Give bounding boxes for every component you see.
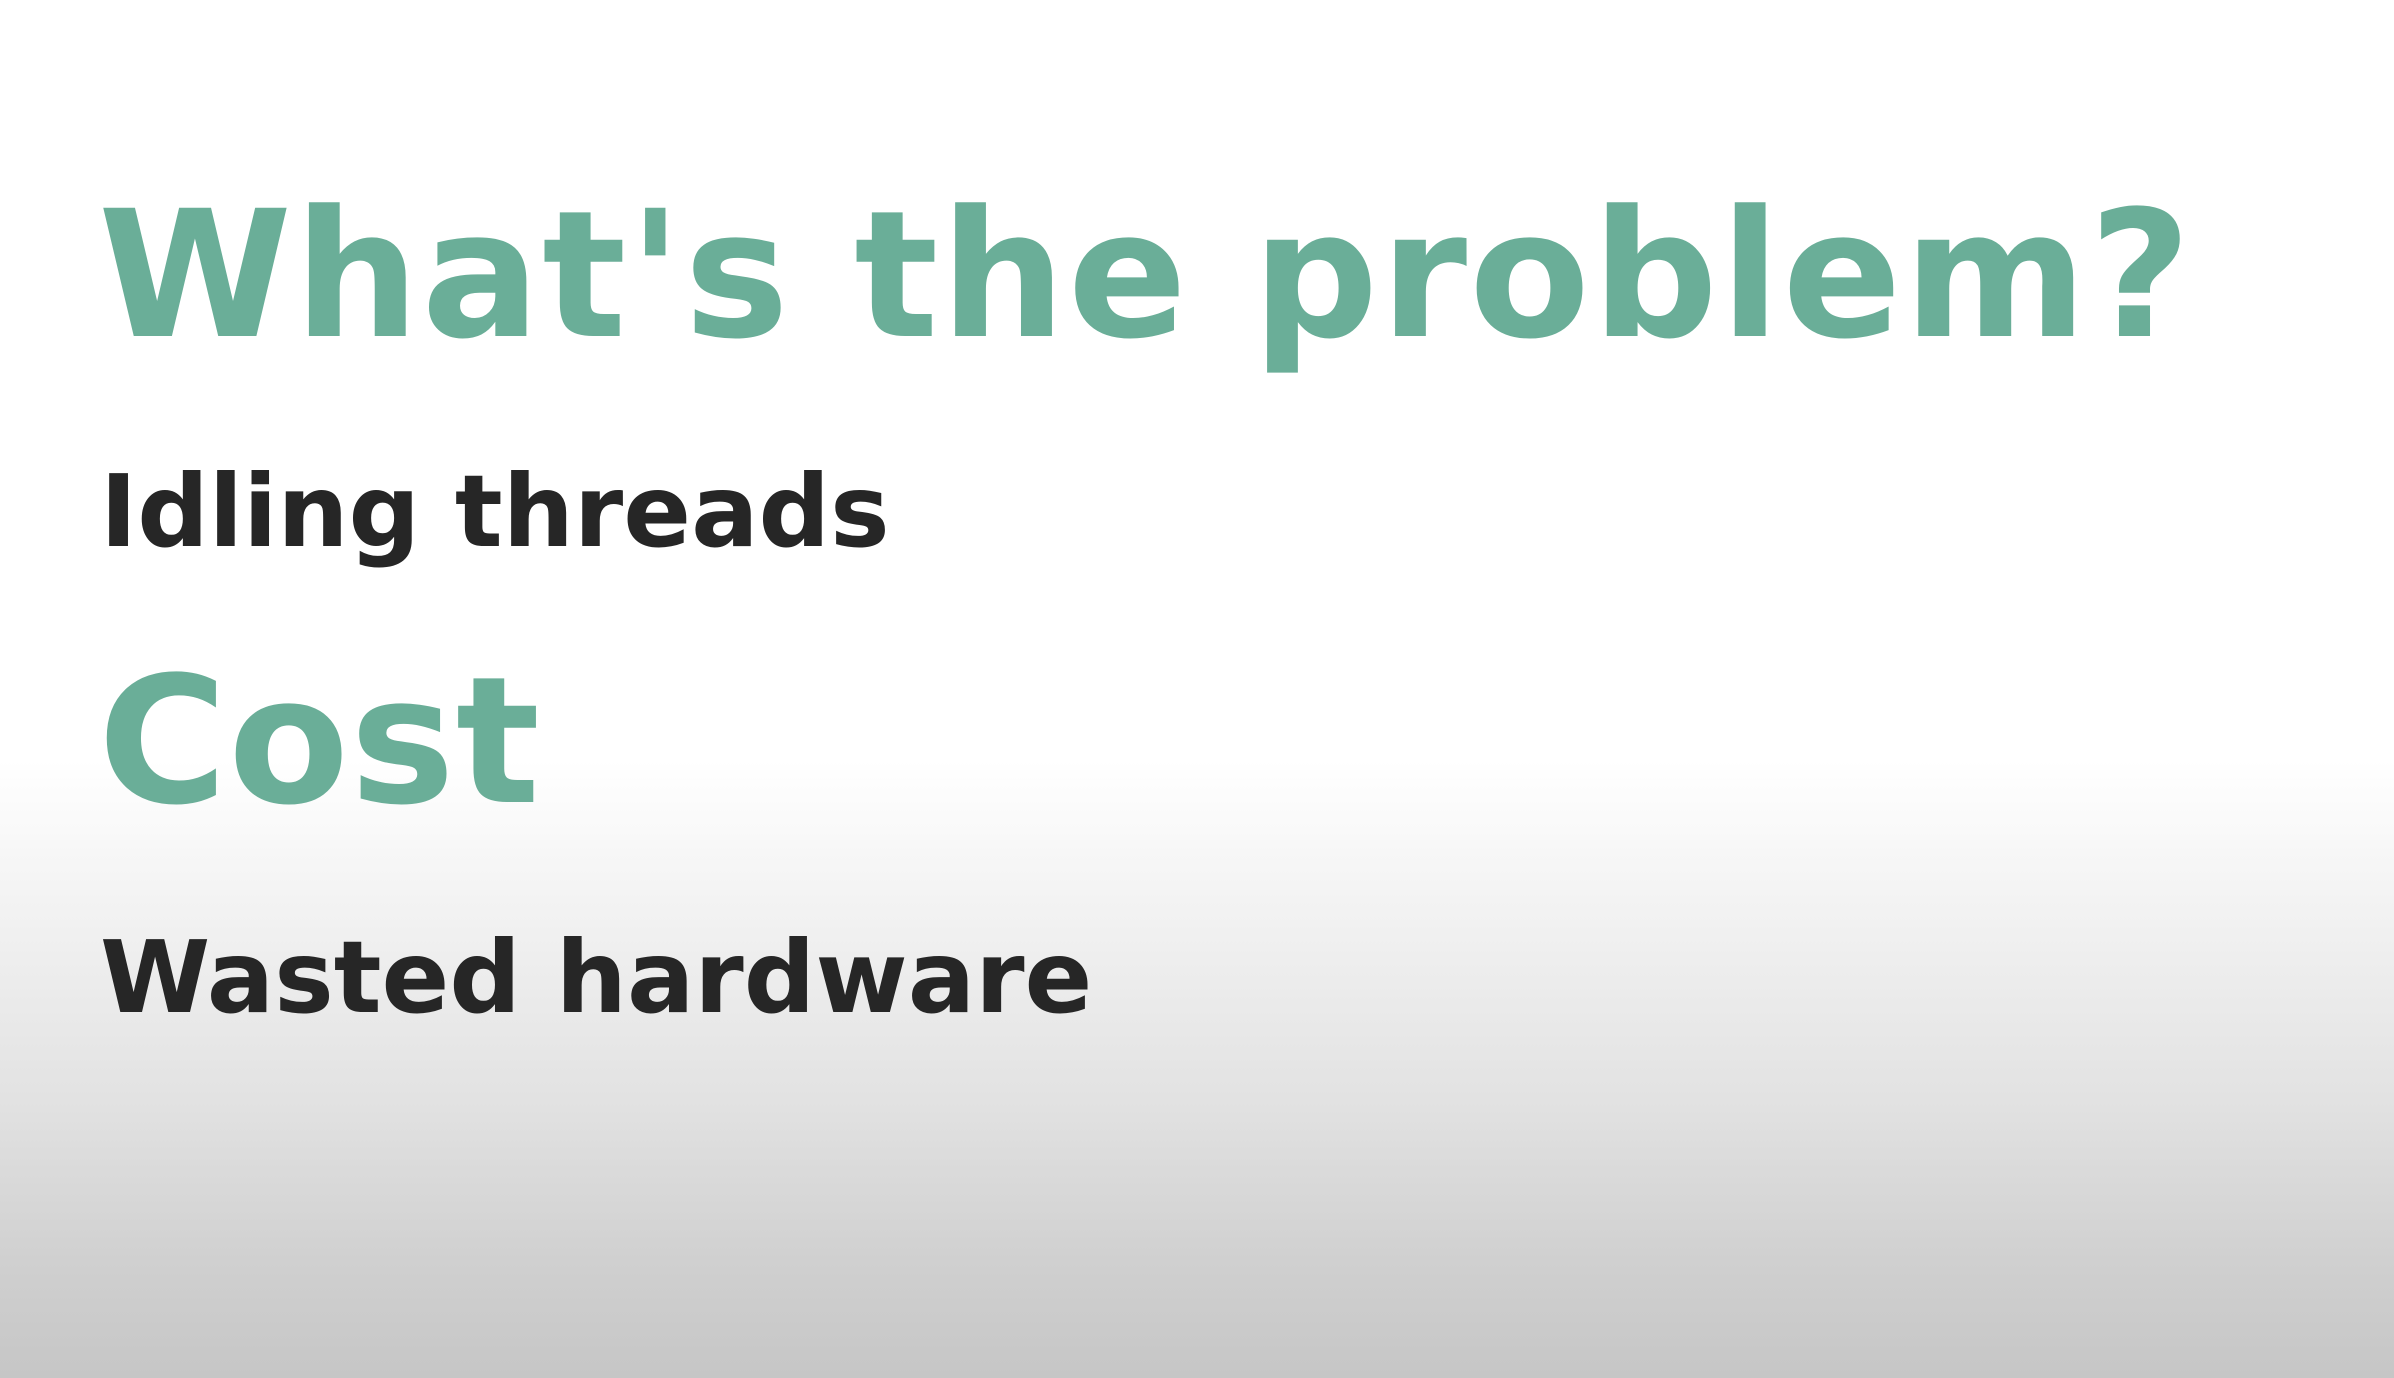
slide: What's the problem? Idling threads Cost … — [0, 0, 2394, 1378]
point-idling-threads: Idling threads — [100, 453, 890, 570]
section-heading-cost: Cost — [98, 639, 541, 844]
slide-title: What's the problem? — [98, 173, 2194, 378]
point-wasted-hardware: Wasted hardware — [100, 919, 1093, 1036]
